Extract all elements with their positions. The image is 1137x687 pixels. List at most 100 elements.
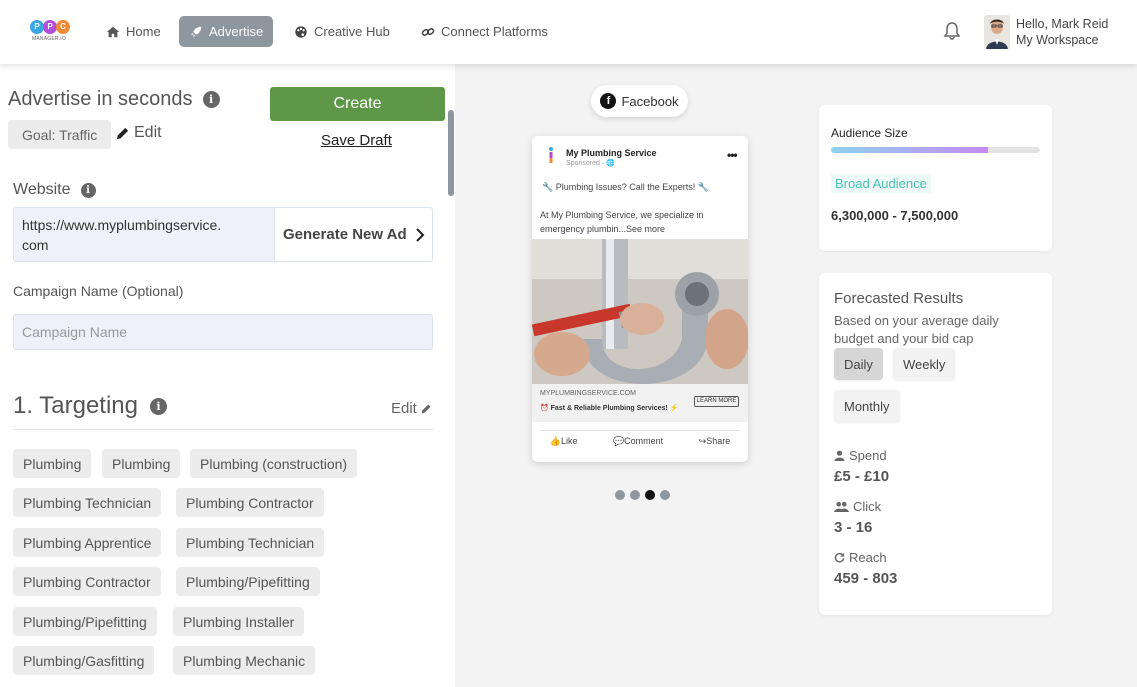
ad-tagline: ⏰ Fast & Reliable Plumbing Services! ⚡ — [540, 405, 679, 412]
nav-advertise-label: Advertise — [209, 24, 264, 39]
edit-targeting-button[interactable]: Edit — [391, 400, 432, 417]
targeting-tag[interactable]: Plumbing — [13, 449, 92, 478]
targeting-tag[interactable]: Plumbing/Pipefitting — [13, 607, 157, 636]
palette-icon — [295, 25, 307, 38]
refresh-icon — [834, 552, 845, 563]
edit-goal-button[interactable]: Edit — [115, 124, 162, 142]
ad-hook-text: 🔧 Plumbing Issues? Call the Experts! 🔧 — [542, 182, 709, 192]
targeting-tag[interactable]: Plumbing (construction) — [190, 449, 358, 478]
forecast-card: Forecasted Results Based on your average… — [819, 273, 1052, 615]
user-menu[interactable]: Hello, Mark Reid My Workspace — [1016, 16, 1108, 48]
nav-advertise[interactable]: Advertise — [179, 16, 274, 47]
targeting-tag[interactable]: Plumbing Contractor — [176, 488, 324, 517]
website-input[interactable]: https://www.myplumbingservice. com — [13, 207, 275, 262]
ad-body-text: At My Plumbing Service, we specialize in… — [540, 210, 704, 234]
pager-dot[interactable] — [630, 490, 640, 500]
period-daily-button[interactable]: Daily — [834, 348, 883, 380]
save-draft-link[interactable]: Save Draft — [321, 132, 392, 149]
page-title-text: Advertise in seconds — [8, 88, 193, 110]
page-title: Advertise in seconds i — [8, 88, 220, 111]
user-icon — [834, 450, 845, 461]
website-label: Website i — [13, 181, 96, 199]
edit-targeting-label: Edit — [391, 400, 417, 417]
avatar[interactable] — [984, 15, 1010, 49]
info-icon[interactable]: i — [80, 182, 96, 198]
like-icon: 👍 — [549, 436, 561, 446]
info-icon[interactable]: i — [202, 91, 220, 108]
logo-letter: P — [43, 20, 57, 34]
targeting-title: 1. Targeting — [13, 392, 138, 419]
goal-badge: Goal: Traffic — [8, 120, 112, 149]
period-monthly-button[interactable]: Monthly — [834, 390, 900, 422]
ppc-manager-logo[interactable]: P P C MANAGER.IO — [30, 20, 70, 44]
page-logo-icon — [549, 147, 553, 163]
nav-connect-platforms[interactable]: Connect Platforms — [411, 16, 558, 47]
pager-dot[interactable] — [615, 490, 625, 500]
campaign-name-input[interactable] — [13, 314, 433, 350]
share-label: Share — [706, 436, 731, 446]
ad-sponsored: Sponsored · 🌐 — [566, 160, 615, 167]
platform-facebook-pill[interactable]: f Facebook — [591, 85, 688, 117]
forecast-title: Forecasted Results — [834, 290, 964, 307]
pencil-icon — [116, 127, 129, 139]
website-input-line: com — [22, 237, 49, 253]
click-value: 3 - 16 — [834, 519, 873, 536]
facebook-icon: f — [600, 93, 617, 109]
left-panel-scrollbar[interactable] — [448, 110, 454, 196]
spend-label: Spend — [834, 448, 887, 463]
nav-creative-hub-label: Creative Hub — [314, 24, 390, 39]
info-icon[interactable]: i — [149, 397, 167, 415]
campaign-name-label: Campaign Name (Optional) — [13, 283, 184, 299]
edit-goal-label: Edit — [134, 124, 162, 141]
audience-size-fill — [831, 147, 988, 153]
carousel-pager — [615, 490, 670, 500]
audience-size-card: Audience Size Broad Audience 6,300,000 -… — [819, 105, 1052, 251]
targeting-tag[interactable]: Plumbing — [102, 449, 181, 478]
ad-link-footer[interactable]: MYPLUMBINGSERVICE.COM ⏰ Fast & Reliable … — [532, 384, 748, 422]
targeting-tag[interactable]: Plumbing Contractor — [13, 567, 161, 596]
targeting-tag[interactable]: Plumbing/Pipefitting — [176, 567, 320, 596]
reach-label-text: Reach — [849, 550, 887, 565]
targeting-heading: 1. Targeting i — [13, 392, 167, 420]
comment-label: Comment — [624, 436, 664, 446]
user-greeting: Hello, Mark Reid — [1016, 17, 1109, 31]
pager-dot[interactable] — [660, 490, 670, 500]
nav-home[interactable]: Home — [96, 16, 171, 47]
generate-new-ad-button[interactable]: Generate New Ad — [274, 207, 433, 262]
website-input-line: https://www.myplumbingservice. — [22, 217, 222, 233]
users-icon — [834, 501, 849, 512]
targeting-tag[interactable]: Plumbing Technician — [176, 528, 325, 557]
comment-button[interactable]: 💬Comment — [613, 436, 663, 447]
period-weekly-button[interactable]: Weekly — [893, 348, 956, 380]
comment-icon: 💬 — [612, 436, 625, 446]
chevron-right-icon — [415, 227, 425, 242]
reach-label: Reach — [834, 550, 887, 565]
link-icon — [421, 27, 435, 36]
nav-creative-hub[interactable]: Creative Hub — [284, 16, 400, 47]
ad-actions: 👍Like 💬Comment ↪Share — [532, 436, 748, 447]
top-navbar: P P C MANAGER.IO Home Advertise Creative… — [0, 0, 1137, 64]
workspace-name: My Workspace — [1016, 33, 1099, 47]
campaign-builder-panel: Advertise in seconds i Create Goal: Traf… — [0, 64, 455, 687]
logo-subtitle: MANAGER.IO — [32, 36, 66, 42]
bell-icon[interactable] — [942, 21, 962, 41]
like-button[interactable]: 👍Like — [550, 436, 578, 447]
share-button[interactable]: ↪Share — [699, 436, 731, 447]
create-button[interactable]: Create — [270, 87, 445, 121]
targeting-tag[interactable]: Plumbing Technician — [13, 488, 162, 517]
targeting-tag[interactable]: Plumbing/Gasfitting — [13, 646, 155, 675]
avatar-icon — [984, 15, 1010, 49]
rocket-icon — [190, 26, 202, 37]
platform-label: Facebook — [621, 93, 679, 109]
more-options-icon[interactable]: ••• — [727, 148, 738, 162]
targeting-tag[interactable]: Plumbing Mechanic — [173, 646, 316, 675]
targeting-tag[interactable]: Plumbing Apprentice — [13, 528, 162, 557]
pencil-icon — [421, 404, 431, 413]
targeting-tag[interactable]: Plumbing Installer — [173, 607, 305, 636]
learn-more-button[interactable]: LEARN MORE — [694, 396, 739, 407]
pager-dot-active[interactable] — [645, 490, 655, 500]
reach-value: 459 - 803 — [834, 570, 898, 587]
nav-home-label: Home — [126, 24, 161, 39]
divider — [540, 430, 740, 431]
audience-size-title: Audience Size — [831, 126, 908, 140]
